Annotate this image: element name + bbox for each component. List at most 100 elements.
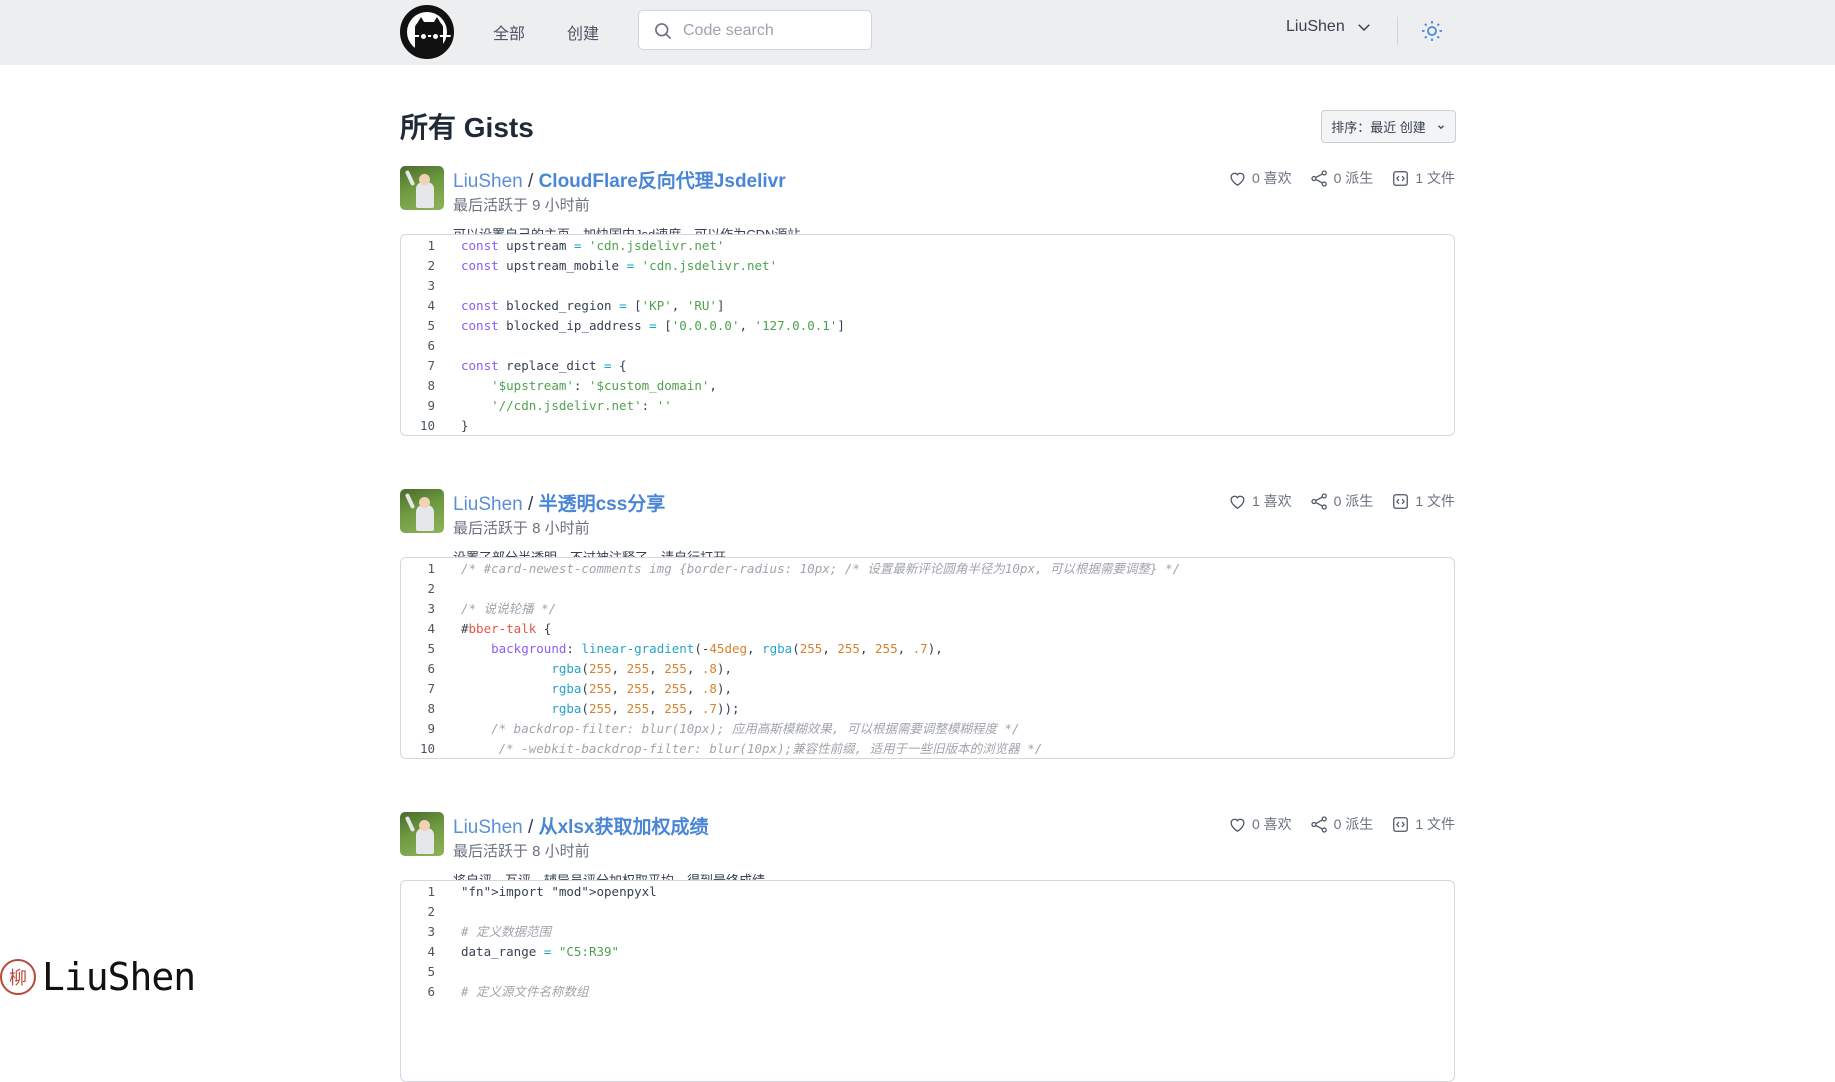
code-line: 7 const replace_dict = { [401,356,1454,376]
last-active: 最后活跃于 8 小时前 [453,520,590,537]
gist-name-link[interactable]: 从xlsx获取加权成绩 [539,817,709,838]
code-line: 3 /* 说说轮播 */ [401,599,1454,619]
gist-title: LiuShen / CloudFlare反向代理Jsdelivr [453,166,786,193]
line-number: 6 [427,984,435,999]
seal-logo-icon: 柳 [0,959,36,995]
chevron-down-icon [1357,24,1370,32]
line-number: 4 [427,621,435,636]
forks-stat[interactable]: 0 派生 [1310,168,1373,188]
line-number: 10 [419,741,435,756]
logo-cat-icon [407,12,451,56]
line-number: 7 [427,681,435,696]
line-number: 2 [427,581,435,596]
likes-stat[interactable]: 0 喜欢 [1228,168,1292,188]
code-line: 10 /* -webkit-backdrop-filter: blur(10px… [401,739,1454,758]
code-text: const blocked_region = ['KP', 'RU'] [461,298,725,313]
heart-icon [1230,495,1245,509]
line-number: 6 [427,661,435,676]
site-logo[interactable] [400,5,454,59]
search-icon [655,23,672,40]
code-text: const upstream = 'cdn.jsdelivr.net' [461,238,725,253]
gist-name-link[interactable]: 半透明css分享 [539,494,666,515]
avatar[interactable] [400,812,444,856]
forks-stat[interactable]: 0 派生 [1310,814,1374,834]
code-line: 2 [401,579,1454,599]
search-input[interactable] [683,19,863,43]
gist-stats: 1 喜欢 0 派生 1 文件 [1228,491,1455,511]
chevron-down-icon [1437,124,1444,129]
gist-stats: 0 喜欢 0 派生 1 文件 [1228,814,1455,834]
code-line: 1 /* #card-newest-comments img {border-ra… [401,559,1454,579]
code-line: 4 const blocked_region = ['KP', 'RU'] [401,296,1454,316]
line-number: 9 [427,721,435,736]
likes-count: 0 喜欢 [1251,170,1292,186]
code-text: const upstream_mobile = 'cdn.jsdelivr.ne… [461,258,778,273]
title-separator: / [528,171,534,192]
line-number: 1 [427,561,435,576]
top-navbar: 全部 创建 LiuShen [0,0,1835,65]
files-count: 1 文件 [1415,816,1455,832]
code-line: 9 /* backdrop-filter: blur(10px); 应用高斯模糊… [401,719,1454,739]
code-text: } [461,418,469,433]
gist-owner-link[interactable]: LiuShen [453,171,523,192]
code-line: 6 [401,336,1454,356]
avatar[interactable] [400,166,444,210]
files-stat[interactable]: 1 文件 [1391,814,1455,834]
likes-stat[interactable]: 0 喜欢 [1228,814,1292,834]
line-number: 4 [427,298,435,313]
code-text: #bber-talk { [461,621,552,636]
heart-icon [1230,818,1245,832]
code-line: 8 '$upstream': '$custom_domain', [401,376,1454,396]
code-line: 5 background: linear-gradient(-45deg, rg… [401,639,1454,659]
line-number: 8 [427,701,435,716]
watermark: 柳 LiuShen [0,955,196,999]
gist-owner-link[interactable]: LiuShen [453,494,523,515]
line-number: 9 [427,398,435,413]
code-text: /* backdrop-filter: blur(10px); 应用高斯模糊效果… [461,721,1020,736]
share-fork-icon [1310,815,1327,833]
likes-stat[interactable]: 1 喜欢 [1228,491,1292,511]
nav-create[interactable]: 创建 [567,20,599,44]
sort-dropdown[interactable]: 排序：最近 创建 [1321,110,1456,143]
sort-label: 排序：最近 创建 [1331,120,1426,135]
forks-count: 0 派生 [1333,816,1374,832]
nav-all[interactable]: 全部 [493,20,525,44]
files-stat[interactable]: 1 文件 [1391,168,1455,188]
line-number: 3 [427,924,435,939]
gist-owner-link[interactable]: LiuShen [453,817,523,838]
last-active: 最后活跃于 8 小时前 [453,843,590,860]
code-line: 2 const upstream_mobile = 'cdn.jsdelivr.n… [401,256,1454,276]
code-search-box[interactable] [638,10,872,50]
files-count: 1 文件 [1415,493,1455,509]
forks-stat[interactable]: 0 派生 [1310,491,1373,511]
code-preview[interactable]: 1 const upstream = 'cdn.jsdelivr.net' 2 con… [400,234,1455,436]
title-separator: / [528,494,534,515]
line-number: 3 [427,278,435,293]
files-stat[interactable]: 1 文件 [1391,491,1455,511]
user-menu[interactable]: LiuShen [1286,18,1373,36]
sun-theme-toggle-icon[interactable] [1420,19,1444,43]
code-text: # 定义源文件名称数组 [461,984,589,999]
code-text: background: linear-gradient(-45deg, rgba… [491,641,943,656]
code-line: 2 [401,902,1454,922]
code-line: 4 #bber-talk { [401,619,1454,639]
gist-name-link[interactable]: CloudFlare反向代理Jsdelivr [539,171,786,192]
line-number: 3 [427,601,435,616]
code-line: 4 data_range = "C5:R39" [401,942,1454,962]
line-number: 2 [427,904,435,919]
code-preview[interactable]: 1 "fn">import "mod">openpyxl 2 3 # 定义数据范围 4 da… [400,880,1455,1082]
code-text: "fn">import "mod">openpyxl [461,884,657,899]
code-line: 7 rgba(255, 255, 255, .8), [401,679,1454,699]
likes-count: 1 喜欢 [1251,493,1292,509]
code-preview[interactable]: 1 /* #card-newest-comments img {border-ra… [400,557,1455,759]
code-text: '//cdn.jsdelivr.net': '' [491,398,672,413]
avatar[interactable] [400,489,444,533]
user-name: LiuShen [1286,18,1345,35]
line-number: 5 [427,641,435,656]
code-text: # 定义数据范围 [461,924,552,939]
line-number: 5 [427,318,435,333]
code-file-icon [1393,170,1409,186]
code-text: const replace_dict = { [461,358,627,373]
